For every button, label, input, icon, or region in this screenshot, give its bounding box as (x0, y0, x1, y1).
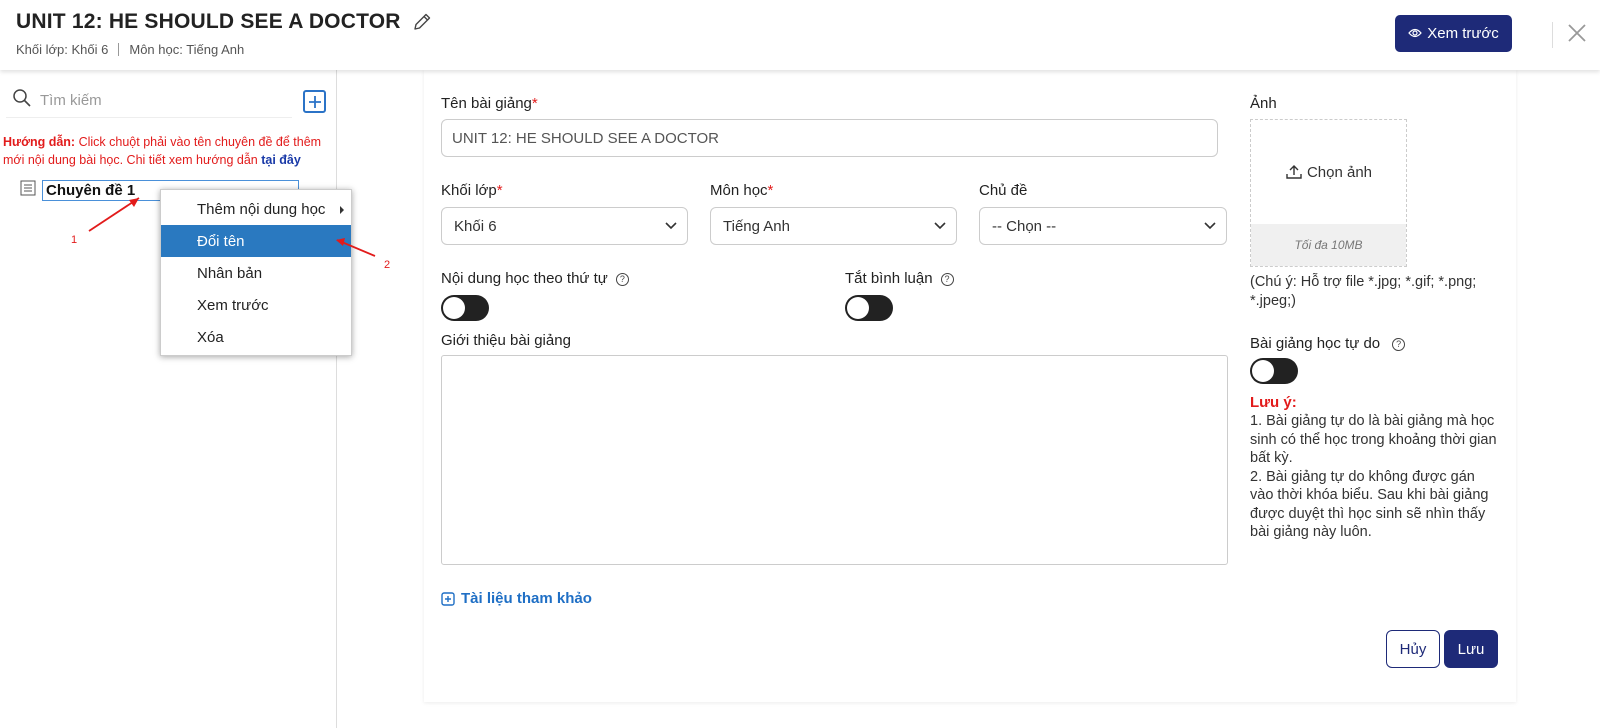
add-topic-button[interactable] (303, 90, 326, 113)
disable-comments-toggle[interactable] (845, 295, 893, 321)
top-header: UNIT 12: HE SHOULD SEE A DOCTOR Khối lớp… (0, 0, 1600, 70)
subject-select-value: Tiếng Anh (723, 217, 790, 235)
warning-item-1: 1. Bài giảng tự do là bài giảng mà học s… (1250, 413, 1497, 466)
save-button[interactable]: Lưu (1444, 630, 1498, 668)
page-title: UNIT 12: HE SHOULD SEE A DOCTOR (16, 10, 401, 33)
menu-item-add-content[interactable]: Thêm nội dung học (161, 193, 351, 225)
free-lesson-label: Bài giảng học tự do? (1250, 335, 1406, 352)
subject-select[interactable]: Tiếng Anh (710, 207, 957, 245)
topic-select-value: -- Chọn -- (992, 217, 1057, 235)
lesson-name-label: Tên bài giảng* (441, 95, 538, 112)
lesson-name-input[interactable]: UNIT 12: HE SHOULD SEE A DOCTOR (441, 119, 1218, 157)
pencil-edit-icon[interactable] (411, 11, 433, 33)
context-menu: Thêm nội dung học Đổi tên Nhân bản Xem t… (160, 189, 352, 356)
cancel-button[interactable]: Hủy (1386, 630, 1440, 668)
preview-button[interactable]: Xem trước (1395, 15, 1512, 52)
grade-select-value: Khối 6 (454, 217, 497, 235)
image-upload-box[interactable]: Chọn ảnh Tối đa 10MB (1250, 119, 1407, 267)
grade-label: Khối lớp* (441, 182, 503, 199)
search-box (6, 84, 292, 118)
title-row: UNIT 12: HE SHOULD SEE A DOCTOR (16, 10, 433, 34)
warning-title: Lưu ý: (1250, 394, 1297, 411)
disable-comments-label: Tắt bình luận? (845, 270, 954, 287)
menu-item-label: Thêm nội dung học (197, 200, 326, 218)
preview-button-label: Xem trước (1427, 25, 1499, 42)
help-icon: ? (940, 273, 954, 286)
topic-select[interactable]: -- Chọn -- (979, 207, 1227, 245)
menu-item-label: Xem trước (197, 296, 269, 314)
submenu-arrow-icon (340, 206, 344, 214)
max-size-note: Tối đa 10MB (1251, 224, 1406, 266)
add-reference-link[interactable]: Tài liệu tham khảo (441, 590, 592, 607)
help-icon: ? (615, 273, 629, 286)
annotation-label-2: 2 (384, 259, 391, 271)
subject-label: Môn học* (710, 182, 774, 199)
help-icon: ? (1392, 338, 1406, 351)
menu-item-duplicate[interactable]: Nhân bản (161, 257, 351, 289)
grade-meta: Khối lớp: Khối 6 (16, 42, 109, 57)
subject-meta: Môn học: Tiếng Anh (129, 42, 245, 57)
plus-box-icon (441, 591, 455, 606)
lesson-form-card: Tên bài giảng* UNIT 12: HE SHOULD SEE A … (424, 70, 1516, 702)
document-list-icon (20, 180, 36, 201)
eye-icon (1408, 25, 1423, 42)
sequential-toggle[interactable] (441, 295, 489, 321)
chevron-down-icon (934, 222, 946, 230)
menu-item-label: Đổi tên (197, 232, 245, 250)
annotation-label-1: 1 (71, 234, 78, 246)
choose-image-button[interactable]: Chọn ảnh (1251, 120, 1406, 224)
menu-item-label: Nhân bản (197, 264, 263, 282)
image-label: Ảnh (1250, 95, 1277, 112)
choose-image-label: Chọn ảnh (1306, 163, 1373, 181)
topic-label: Chủ đề (979, 182, 1028, 199)
free-lesson-toggle[interactable] (1250, 358, 1298, 384)
menu-item-label: Xóa (197, 328, 224, 346)
chevron-down-icon (1204, 222, 1216, 230)
file-support-note: (Chú ý: Hỗ trợ file *.jpg; *.gif; *.png;… (1250, 274, 1477, 309)
lesson-meta: Khối lớp: Khối 6 Môn học: Tiếng Anh (16, 42, 244, 57)
intro-textarea[interactable] (441, 355, 1228, 565)
add-reference-label: Tài liệu tham khảo (461, 590, 592, 607)
header-divider (1552, 22, 1553, 48)
warning-item-2: 2. Bài giảng tự do không được gán vào th… (1250, 468, 1489, 541)
close-icon[interactable] (1562, 18, 1592, 48)
menu-item-rename[interactable]: Đổi tên (161, 225, 351, 257)
grade-select[interactable]: Khối 6 (441, 207, 688, 245)
guide-link[interactable]: tại đây (261, 153, 301, 167)
search-input[interactable] (40, 92, 280, 109)
search-icon (12, 88, 32, 113)
guide-text: Hướng dẫn: Click chuột phải vào tên chuy… (3, 133, 333, 169)
guide-prefix: Hướng dẫn: (3, 135, 76, 149)
plus-icon (308, 95, 321, 108)
warning-text: 1. Bài giảng tự do là bài giảng mà học s… (1250, 412, 1502, 542)
lesson-tree-sidebar: Hướng dẫn: Click chuột phải vào tên chuy… (0, 70, 337, 728)
meta-divider (118, 43, 120, 56)
menu-item-preview[interactable]: Xem trước (161, 289, 351, 321)
upload-icon (1286, 165, 1302, 179)
chevron-down-icon (665, 222, 677, 230)
intro-label: Giới thiệu bài giảng (441, 332, 571, 349)
menu-item-delete[interactable]: Xóa (161, 321, 351, 353)
sequential-label: Nội dung học theo thứ tự? (441, 270, 629, 287)
